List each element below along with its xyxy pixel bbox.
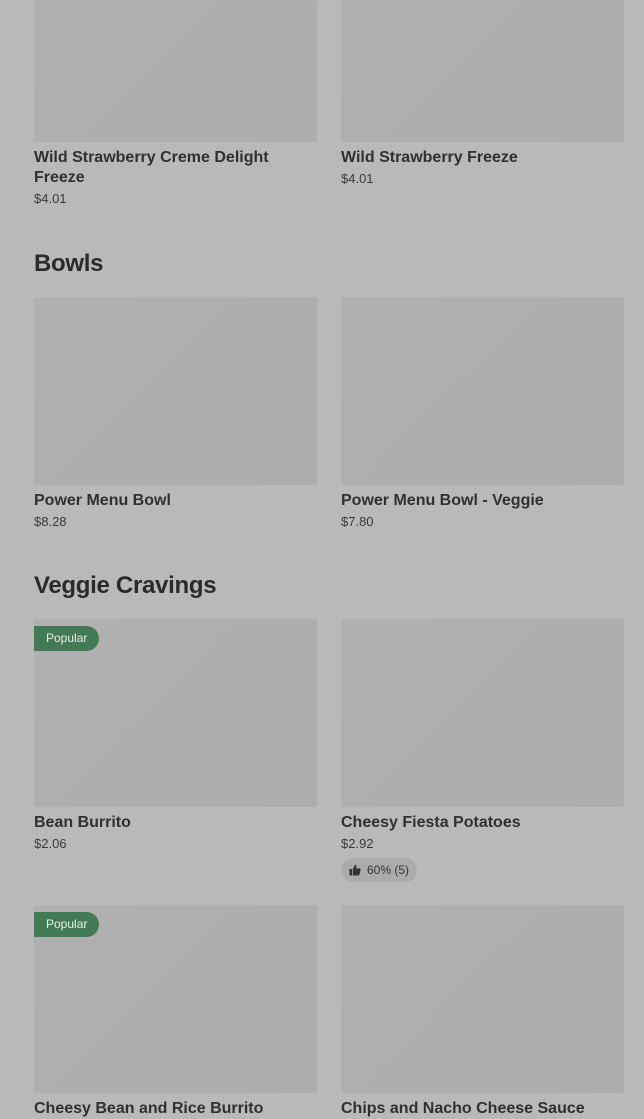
item-image [341, 0, 624, 142]
rating-text: 60% (5) [367, 863, 410, 877]
item-price: $8.28 [34, 514, 67, 529]
item-name: Bean Burrito [34, 814, 131, 831]
item-image [341, 297, 624, 485]
menu-item-card[interactable]: Cheesy Fiesta Potatoes $2.92 60% (5) [341, 619, 624, 882]
item-image [341, 905, 624, 1093]
item-name: Power Menu Bowl [34, 492, 171, 509]
item-image [34, 297, 317, 485]
item-image: Popular [34, 619, 317, 807]
menu-item-card[interactable]: Popular Cheesy Bean and Rice Burrito [34, 905, 317, 1119]
item-name: Wild Strawberry Freeze [341, 149, 518, 166]
menu-item-card[interactable]: Wild Strawberry Creme Delight Freeze $4.… [34, 0, 317, 207]
menu-item-card[interactable]: Chips and Nacho Cheese Sauce [341, 905, 624, 1119]
item-name: Chips and Nacho Cheese Sauce [341, 1100, 585, 1117]
rating-pill: 60% (5) [341, 858, 418, 882]
item-name: Cheesy Bean and Rice Burrito [34, 1100, 264, 1117]
popular-badge: Popular [34, 626, 100, 651]
item-name: Cheesy Fiesta Potatoes [341, 814, 521, 831]
thumbs-up-icon [349, 864, 361, 876]
item-name: Wild Strawberry Creme Delight Freeze [34, 149, 269, 186]
popular-badge: Popular [34, 912, 100, 937]
menu-item-card[interactable]: Wild Strawberry Freeze $4.01 [341, 0, 624, 187]
section-title-bowls: Bowls [34, 250, 104, 277]
item-price: $2.06 [34, 836, 67, 851]
menu-item-card[interactable]: Popular Bean Burrito $2.06 [34, 619, 317, 852]
item-image [341, 619, 624, 807]
item-image [34, 0, 317, 142]
item-price: $7.80 [341, 514, 374, 529]
section-title-veggie-cravings: Veggie Cravings [34, 572, 217, 599]
item-name: Power Menu Bowl - Veggie [341, 492, 544, 509]
menu-item-card[interactable]: Power Menu Bowl - Veggie $7.80 [341, 297, 624, 530]
item-image: Popular [34, 905, 317, 1093]
menu-page: Wild Strawberry Creme Delight Freeze $4.… [0, 0, 644, 1118]
item-price: $4.01 [34, 191, 67, 206]
item-price: $2.92 [341, 836, 374, 851]
menu-item-card[interactable]: Power Menu Bowl $8.28 [34, 297, 317, 530]
item-price: $4.01 [341, 171, 374, 186]
